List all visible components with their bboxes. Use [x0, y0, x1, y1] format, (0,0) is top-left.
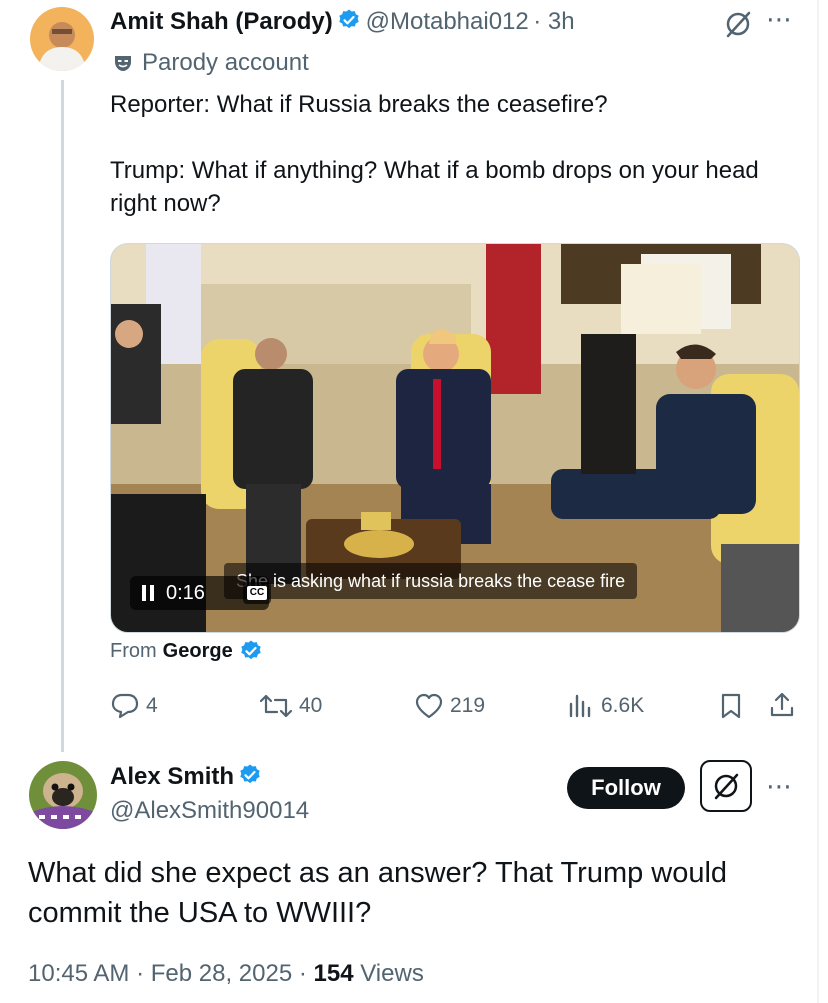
- from-prefix: From: [110, 639, 157, 662]
- grok-icon: [714, 773, 739, 800]
- repost-button[interactable]: 40: [259, 692, 322, 720]
- tweet-text: Reporter: What if Russia breaks the ceas…: [110, 91, 759, 217]
- repost-icon: [259, 694, 293, 718]
- reply-button[interactable]: 4: [110, 692, 158, 720]
- views-button[interactable]: 6.6K: [567, 692, 644, 720]
- reply-header: Alex Smith: [110, 763, 262, 791]
- parody-label-text: Parody account: [142, 49, 309, 76]
- reply-more-options-icon[interactable]: ⋯: [766, 771, 793, 802]
- cc-icon: CC: [247, 586, 267, 600]
- reply-metadata: 10:45 AM · Feb 28, 2025 · 154 Views: [28, 960, 424, 988]
- verified-badge-icon: [240, 764, 261, 784]
- source-name[interactable]: George: [163, 640, 233, 663]
- video-time: 0:16: [166, 581, 205, 604]
- author-name[interactable]: Amit Shah (Parody): [110, 8, 333, 35]
- views-label: Views: [353, 960, 424, 987]
- pause-icon[interactable]: [140, 583, 156, 603]
- mask-icon: [115, 56, 131, 71]
- reply-icon: [111, 693, 139, 719]
- bookmark-button[interactable]: [718, 692, 744, 725]
- parody-label: Parody account: [112, 49, 309, 77]
- author-avatar[interactable]: [30, 7, 94, 71]
- grok-icon[interactable]: [722, 8, 754, 40]
- views-count: 6.6K: [601, 694, 645, 717]
- author-handle[interactable]: @Motabhai012: [366, 8, 529, 35]
- repost-count: 40: [299, 694, 323, 717]
- reply-author-avatar[interactable]: [29, 761, 97, 829]
- verified-badge-icon: [241, 640, 261, 660]
- reply-author-handle[interactable]: @AlexSmith90014: [110, 797, 309, 825]
- closed-captions-button[interactable]: CC: [243, 582, 271, 604]
- reply-author-name[interactable]: Alex Smith: [110, 763, 234, 790]
- reply-timestamp[interactable]: 10:45 AM · Feb 28, 2025 ·: [28, 960, 314, 987]
- video-caption: She is asking what if russia breaks the …: [224, 563, 638, 599]
- like-button[interactable]: 219: [414, 692, 485, 720]
- share-icon: [770, 692, 794, 717]
- bookmark-icon: [721, 693, 741, 719]
- share-button[interactable]: [768, 691, 796, 724]
- column-divider: [817, 0, 819, 1003]
- thread-line: [61, 80, 64, 752]
- video-source: From George: [110, 639, 263, 663]
- tweet-time[interactable]: · 3h: [533, 8, 574, 35]
- reply-view-count: 154: [313, 960, 354, 987]
- heart-icon: [415, 693, 443, 719]
- like-count: 219: [450, 694, 486, 717]
- verified-badge-icon: [339, 9, 359, 29]
- follow-button[interactable]: Follow: [567, 767, 685, 809]
- more-options-icon[interactable]: ⋯: [766, 4, 793, 35]
- views-chart-icon: [569, 694, 591, 718]
- reply-count: 4: [146, 694, 158, 717]
- grok-button[interactable]: [700, 760, 752, 812]
- tweet-header: Amit Shah (Parody) @Motabhai012 · 3h: [110, 8, 575, 36]
- reply-text: What did she expect as an answer? That T…: [28, 857, 728, 929]
